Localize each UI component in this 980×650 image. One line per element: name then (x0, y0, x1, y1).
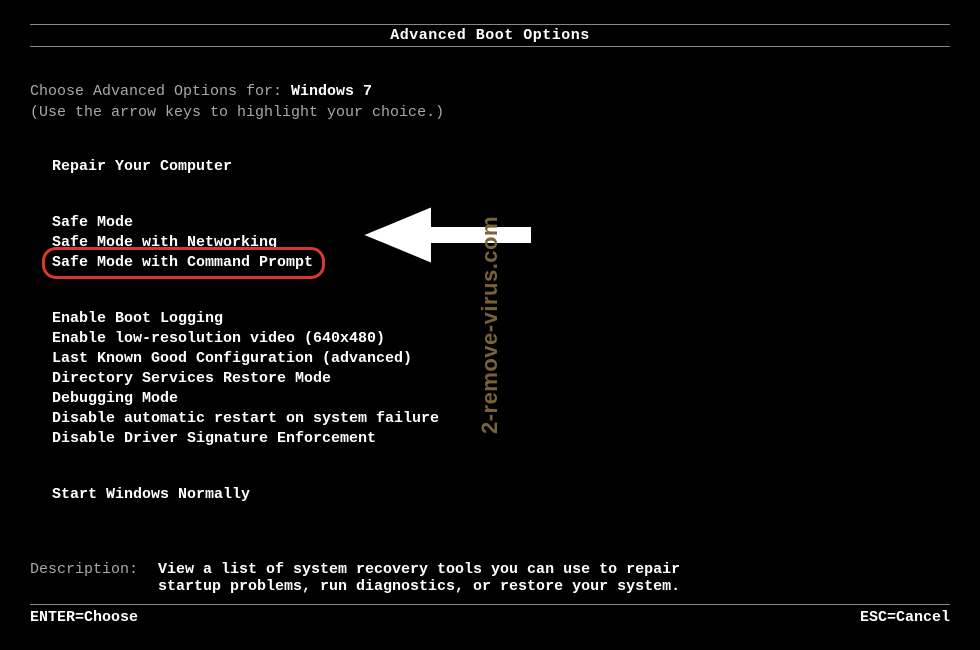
boot-screen: Advanced Boot Options Choose Advanced Op… (0, 0, 980, 650)
boot-menu[interactable]: Repair Your Computer Safe Mode Safe Mode… (30, 157, 950, 505)
menu-item-last-known-good[interactable]: Last Known Good Configuration (advanced) (52, 349, 950, 369)
menu-item-safe-mode[interactable]: Safe Mode (52, 213, 950, 233)
menu-item-safe-mode-cmd-label: Safe Mode with Command Prompt (52, 254, 313, 271)
description-label: Description: (30, 561, 158, 578)
description-block: Description:View a list of system recove… (30, 561, 950, 595)
menu-item-boot-logging[interactable]: Enable Boot Logging (52, 309, 950, 329)
menu-item-safe-mode-networking[interactable]: Safe Mode with Networking (52, 233, 950, 253)
menu-item-debugging[interactable]: Debugging Mode (52, 389, 950, 409)
menu-item-ds-restore[interactable]: Directory Services Restore Mode (52, 369, 950, 389)
menu-item-low-res[interactable]: Enable low-resolution video (640x480) (52, 329, 950, 349)
menu-item-repair[interactable]: Repair Your Computer (52, 157, 950, 177)
footer-esc: ESC=Cancel (860, 609, 950, 626)
menu-item-start-normally[interactable]: Start Windows Normally (52, 485, 950, 505)
menu-item-safe-mode-cmd[interactable]: Safe Mode with Command Prompt (52, 253, 950, 273)
title-bar: Advanced Boot Options (30, 24, 950, 47)
os-name: Windows 7 (291, 83, 372, 100)
choose-prefix: Choose Advanced Options for: (30, 83, 291, 100)
title-text: Advanced Boot Options (390, 27, 590, 44)
footer-enter: ENTER=Choose (30, 609, 138, 626)
footer-bar: ENTER=Choose ESC=Cancel (30, 604, 950, 626)
description-line1: View a list of system recovery tools you… (158, 561, 698, 578)
description-line2: startup problems, run diagnostics, or re… (158, 578, 950, 595)
hint-line: (Use the arrow keys to highlight your ch… (30, 104, 950, 121)
menu-item-disable-auto-restart[interactable]: Disable automatic restart on system fail… (52, 409, 950, 429)
choose-line: Choose Advanced Options for: Windows 7 (30, 83, 950, 100)
menu-item-disable-driver-sig[interactable]: Disable Driver Signature Enforcement (52, 429, 950, 449)
